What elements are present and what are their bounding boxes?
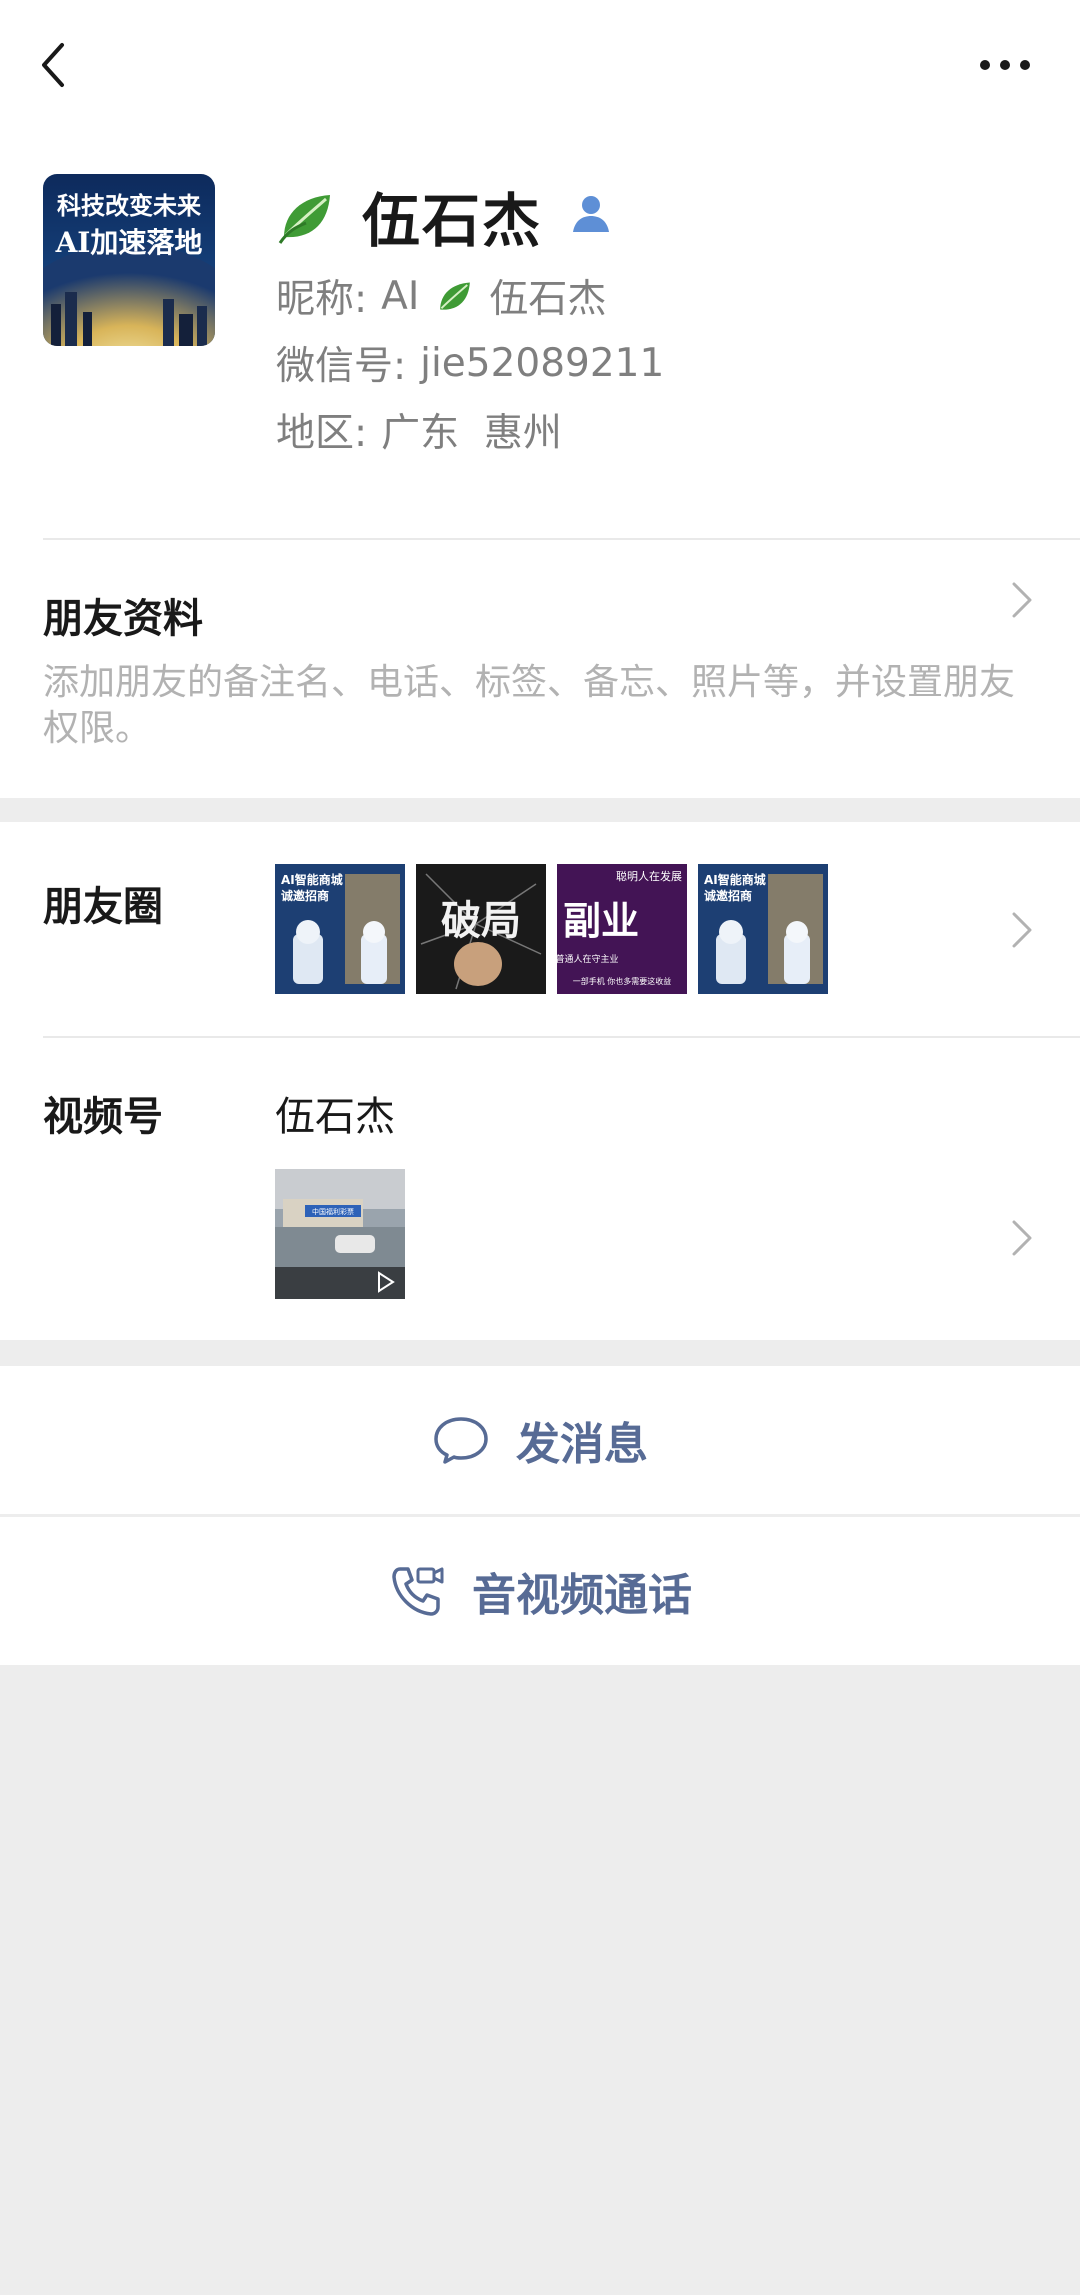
chevron-left-icon[interactable] <box>30 35 80 95</box>
nickname-prefix: AI <box>381 273 420 319</box>
svg-text:聪明人在发展: 聪明人在发展 <box>616 869 682 883</box>
svg-text:一部手机 你也多需要这收益: 一部手机 你也多需要这收益 <box>573 976 672 986</box>
svg-text:科技改变未来: 科技改变未来 <box>57 191 202 220</box>
moments-channels-section: 朋友圈 AI智能商城 诚邀招商 破局 副业 聪明人在发展 普通人在守主业 一部手… <box>0 822 1080 1340</box>
moments-title[interactable]: 朋友圈 <box>43 874 163 932</box>
audio-video-call-button[interactable]: 音视频通话 <box>0 1517 1080 1665</box>
wechat-id-line: 微信号: jie52089211 <box>276 335 664 391</box>
nickname-label: 昵称: <box>276 277 368 322</box>
chevron-right-icon[interactable] <box>1010 910 1034 950</box>
svg-text:AI加速落地: AI加速落地 <box>55 226 203 259</box>
svg-text:诚邀招商: 诚邀招商 <box>704 888 752 903</box>
svg-text:普通人在守主业: 普通人在守主业 <box>557 953 619 965</box>
contact-person-icon <box>573 196 610 232</box>
region-line: 地区: 广东 惠州 <box>276 402 562 458</box>
send-message-label: 发消息 <box>516 1419 648 1470</box>
leaf-icon <box>278 195 330 244</box>
moments-thumb[interactable]: 副业 聪明人在发展 普通人在守主业 一部手机 你也多需要这收益 <box>557 864 687 994</box>
contact-name-row: 伍石杰 <box>276 176 612 256</box>
svg-text:中国福利彩票: 中国福利彩票 <box>312 1207 354 1216</box>
svg-text:破局: 破局 <box>441 898 521 944</box>
divider <box>43 1036 1080 1038</box>
nickname-line: 昵称: AI 伍石杰 <box>276 268 606 324</box>
region-label: 地区: <box>276 411 368 456</box>
svg-text:诚邀招商: 诚邀招商 <box>281 888 329 903</box>
more-dots-icon[interactable] <box>975 50 1035 80</box>
friend-info-title[interactable]: 朋友资料 <box>43 586 203 644</box>
moments-thumb[interactable]: AI智能商城 诚邀招商 <box>275 864 405 994</box>
send-message-button[interactable]: 发消息 <box>0 1366 1080 1514</box>
chevron-right-icon[interactable] <box>1010 580 1034 620</box>
avatar[interactable]: 科技改变未来 AI加速落地 <box>43 174 215 346</box>
phone-video-icon <box>392 1567 444 1616</box>
wechat-id-label: 微信号: <box>276 344 407 389</box>
svg-text:AI智能商城: AI智能商城 <box>281 872 343 887</box>
contact-profile-page: 科技改变未来 AI加速落地 伍石杰 昵称: AI 伍石杰 微信号: jie520… <box>0 0 1080 2295</box>
channel-video-thumb[interactable]: 中国福利彩票 <box>275 1169 405 1299</box>
moments-thumb[interactable]: AI智能商城 诚邀招商 <box>698 864 828 994</box>
audio-video-call-label: 音视频通话 <box>472 1570 692 1621</box>
moments-thumb[interactable]: 破局 <box>416 864 546 994</box>
moments-thumbnails[interactable]: AI智能商城 诚邀招商 破局 副业 聪明人在发展 普通人在守主业 一部手机 你也… <box>275 864 828 994</box>
chevron-right-icon[interactable] <box>1010 1218 1034 1258</box>
contact-name: 伍石杰 <box>362 187 543 255</box>
wechat-id-value: jie52089211 <box>420 340 665 386</box>
divider <box>43 538 1080 540</box>
chat-bubble-icon <box>434 1417 488 1464</box>
nickname-suffix: 伍石杰 <box>489 277 607 322</box>
region-value: 广东 惠州 <box>381 411 562 456</box>
profile-header-section: 科技改变未来 AI加速落地 伍石杰 昵称: AI 伍石杰 微信号: jie520… <box>0 0 1080 798</box>
leaf-icon <box>440 282 471 310</box>
friend-info-description: 添加朋友的备注名、电话、标签、备忘、照片等，并设置朋友权限。 <box>43 662 1016 749</box>
channels-title[interactable]: 视频号 <box>43 1084 163 1142</box>
channel-name: 伍石杰 <box>275 1094 395 1140</box>
svg-text:副业: 副业 <box>563 899 639 943</box>
svg-text:AI智能商城: AI智能商城 <box>704 872 766 887</box>
